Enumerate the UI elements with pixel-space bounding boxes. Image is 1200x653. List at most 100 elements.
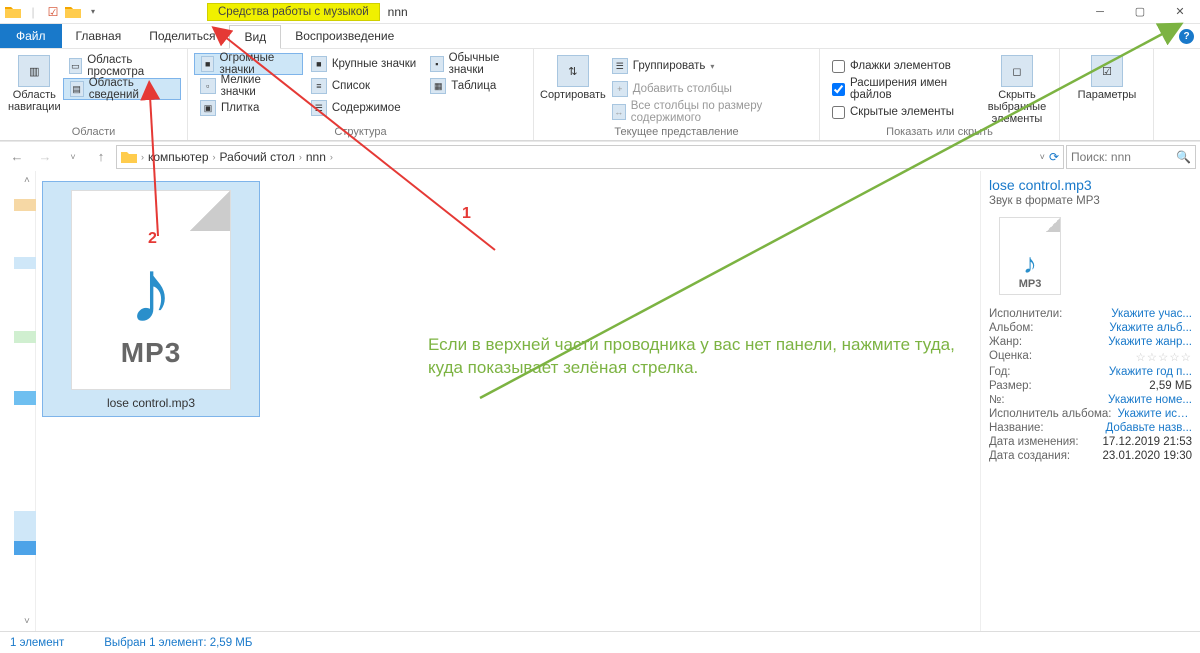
prop-rating-k: Оценка: [989, 350, 1032, 364]
layout-small-label: Мелкие значки [221, 74, 297, 98]
details-thumb-label: MP3 [1019, 278, 1042, 290]
ribbon: ▥ Область навигации ▭ Область просмотра … [0, 49, 1200, 141]
group-by-label: Группировать [633, 60, 706, 72]
tab-play[interactable]: Воспроизведение [281, 24, 408, 48]
rating-stars[interactable]: ☆☆☆☆☆ [1135, 350, 1192, 364]
layout-huge[interactable]: ■Огромные значки [194, 53, 303, 75]
layout-list[interactable]: ≡Список [305, 75, 422, 97]
group-by-icon: ☰ [612, 58, 628, 74]
prop-album-k: Альбом: [989, 322, 1033, 334]
breadcrumb-desktop[interactable]: Рабочий стол [220, 150, 295, 164]
layout-medium-label: Обычные значки [449, 52, 521, 76]
layout-tiles[interactable]: ▣Плитка [194, 97, 303, 119]
help-icon[interactable]: ? [1179, 29, 1194, 44]
prop-artists-k: Исполнители: [989, 308, 1062, 320]
tab-share[interactable]: Поделиться [135, 24, 229, 48]
layout-details-label: Таблица [451, 80, 496, 92]
collapse-ribbon-icon[interactable]: ˄ [1167, 31, 1173, 42]
music-note-icon: ♪ [129, 247, 174, 337]
prop-albumartist-k: Исполнитель альбома: [989, 408, 1112, 420]
up-button[interactable]: ↑ [88, 145, 114, 169]
prop-artists-v[interactable]: Укажите учас... [1111, 308, 1192, 320]
details-pane-icon: ▤ [70, 81, 84, 97]
item-checkboxes-toggle[interactable]: Флажки элементов [826, 55, 981, 77]
history-dropdown[interactable]: ˅ [60, 145, 86, 169]
prop-size-v: 2,59 МБ [1149, 380, 1192, 392]
group-by-button[interactable]: ☰Группировать ▾ [606, 55, 813, 77]
details-thumbnail: ♪ MP3 [999, 217, 1061, 295]
medium-icons-icon: ▪ [430, 56, 443, 72]
sort-button[interactable]: ⇅ Сортировать [540, 53, 606, 123]
prop-track-v[interactable]: Укажите номе... [1108, 394, 1192, 406]
prop-albumartist-v[interactable]: Укажите испо... [1118, 408, 1193, 420]
breadcrumb-folder[interactable]: nnn [306, 150, 326, 164]
nav-pane-scrollbar[interactable]: ˄ ˅ [0, 171, 36, 631]
tab-file[interactable]: Файл [0, 24, 62, 48]
prop-album-v[interactable]: Укажите альб... [1109, 322, 1192, 334]
file-item[interactable]: ♪ MP3 lose control.mp3 [42, 181, 260, 417]
file-list[interactable]: ♪ MP3 lose control.mp3 [36, 171, 980, 631]
annotation-number-2: 2 [148, 230, 157, 248]
layout-list-label: Список [332, 80, 370, 92]
layout-tiles-label: Плитка [221, 102, 259, 114]
preview-pane-button[interactable]: ▭ Область просмотра [63, 55, 181, 77]
search-placeholder: Поиск: nnn [1071, 150, 1131, 164]
ribbon-tabs: Файл Главная Поделиться Вид Воспроизведе… [0, 24, 1200, 49]
layout-content[interactable]: ☰ Содержимое [305, 97, 422, 119]
options-label: Параметры [1078, 89, 1137, 101]
refresh-icon[interactable]: ⟳ [1049, 150, 1059, 164]
group-label-panes: Области [0, 126, 187, 138]
layout-content-label: Содержимое [332, 102, 401, 114]
file-extensions-label: Расширения имен файлов [850, 77, 975, 101]
minimize-button[interactable]: ─ [1080, 0, 1120, 24]
layout-small[interactable]: ▫Мелкие значки [194, 75, 303, 97]
address-bar: ← → ˅ ↑ › компьютер › Рабочий стол › nnn… [0, 141, 1200, 171]
breadcrumb-pc[interactable]: компьютер [148, 150, 209, 164]
folder-icon [4, 3, 22, 21]
forward-button[interactable]: → [32, 145, 58, 169]
prop-created-v: 23.01.2020 19:30 [1102, 450, 1192, 462]
group-label-layout: Структура [188, 126, 533, 138]
tab-home[interactable]: Главная [62, 24, 136, 48]
search-input[interactable]: Поиск: nnn 🔍 [1066, 145, 1196, 169]
hidden-items-toggle[interactable]: Скрытые элементы [826, 101, 981, 123]
qat-check-icon[interactable]: ☑ [44, 3, 62, 21]
file-thumb-label: MP3 [121, 337, 182, 369]
tab-view[interactable]: Вид [229, 25, 281, 49]
content-icon: ☰ [311, 100, 327, 116]
hide-selected-button[interactable]: ◻ Скрыть выбранные элементы [981, 53, 1053, 125]
close-button[interactable]: ✕ [1160, 0, 1200, 24]
details-type: Звук в формате MP3 [989, 195, 1192, 207]
size-columns-button[interactable]: ↔Все столбцы по размеру содержимого [606, 101, 813, 123]
prop-title-k: Название: [989, 422, 1044, 434]
annotation-hint: Если в верхней части проводника у вас не… [428, 334, 988, 380]
prop-genre-v[interactable]: Укажите жанр... [1108, 336, 1192, 348]
details-icon: ▦ [430, 78, 446, 94]
breadcrumb[interactable]: › компьютер › Рабочий стол › nnn › ˅ ⟳ [116, 145, 1064, 169]
preview-pane-label: Область просмотра [87, 54, 175, 78]
maximize-button[interactable]: ▢ [1120, 0, 1160, 24]
layout-large[interactable]: ■Крупные значки [305, 53, 422, 75]
file-extensions-toggle[interactable]: Расширения имен файлов [826, 78, 981, 100]
prop-title-v[interactable]: Добавьте назв... [1105, 422, 1192, 434]
address-dropdown-icon[interactable]: ˅ [1040, 152, 1045, 162]
navigation-pane-icon: ▥ [18, 55, 50, 87]
navigation-pane-button[interactable]: ▥ Область навигации [6, 53, 63, 113]
prop-created-k: Дата создания: [989, 450, 1070, 462]
size-columns-label: Все столбцы по размеру содержимого [631, 100, 807, 124]
prop-year-v[interactable]: Укажите год п... [1109, 366, 1192, 378]
file-thumbnail: ♪ MP3 [71, 190, 231, 390]
folder-icon[interactable] [64, 3, 82, 21]
group-label-current-view: Текущее представление [534, 126, 819, 138]
options-button[interactable]: ☑ Параметры [1066, 53, 1148, 101]
add-columns-button[interactable]: +Добавить столбцы [606, 78, 813, 100]
status-bar: 1 элемент Выбран 1 элемент: 2,59 МБ [0, 631, 1200, 653]
layout-medium[interactable]: ▪ Обычные значки [424, 53, 527, 75]
hide-selected-icon: ◻ [1001, 55, 1033, 87]
qat-dropdown-icon[interactable]: ▾ [84, 3, 102, 21]
details-pane-button[interactable]: ▤ Область сведений [63, 78, 181, 100]
back-button[interactable]: ← [4, 145, 30, 169]
main-area: ˄ ˅ ♪ MP3 lose control.mp3 lose control.… [0, 171, 1200, 631]
layout-details[interactable]: ▦ Таблица [424, 75, 527, 97]
file-name: lose control.mp3 [107, 396, 195, 410]
